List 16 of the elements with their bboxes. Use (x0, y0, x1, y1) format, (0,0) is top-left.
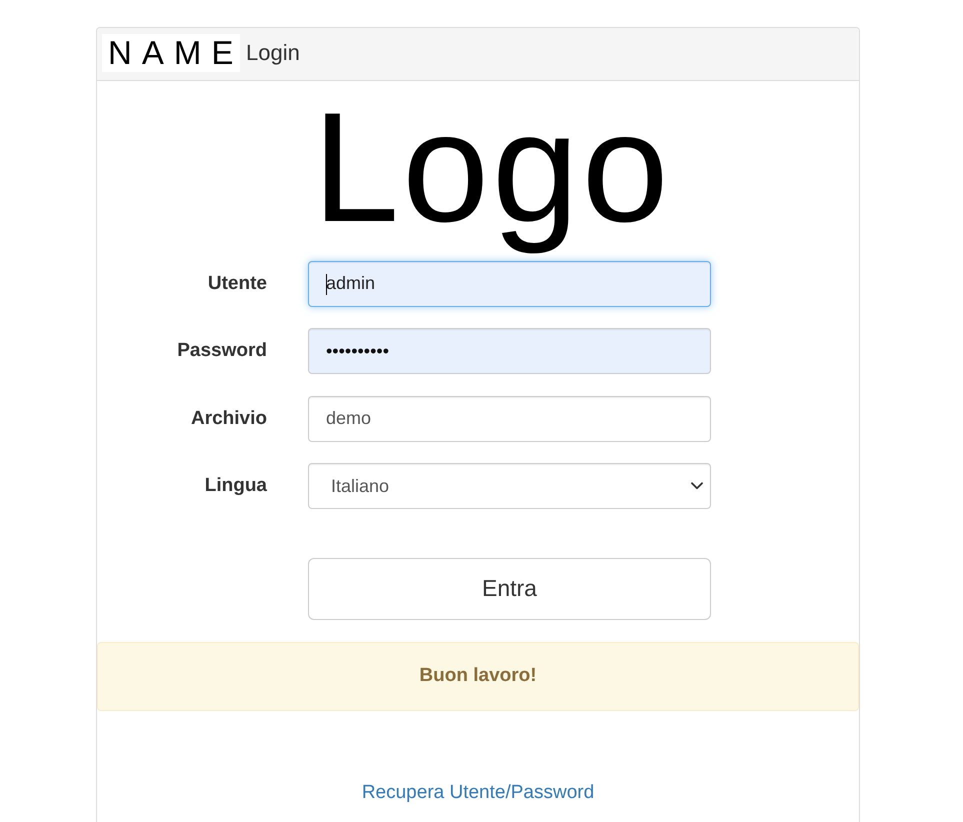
field-label: Lingua (204, 475, 267, 498)
password-field[interactable]: •••••••••• (308, 328, 711, 374)
login-button[interactable]: Entra (308, 558, 711, 620)
header-title: Login (246, 40, 300, 66)
input-field[interactable]: demo (308, 396, 711, 442)
field-label: Utente (208, 272, 267, 295)
recover-credentials-link[interactable]: Recupera Utente/Password (362, 782, 594, 803)
field-label: Archivio (190, 408, 267, 430)
text-cursor (326, 274, 327, 295)
logo: Logo (312, 81, 672, 256)
input-field[interactable]: admin (308, 260, 711, 307)
welcome-alert: Buon lavoro! (97, 642, 859, 711)
chevron-down-icon (691, 482, 703, 490)
brand-logo: NAME (102, 34, 240, 72)
field-label: Password (177, 340, 267, 362)
language-select[interactable]: Italiano (308, 463, 711, 510)
